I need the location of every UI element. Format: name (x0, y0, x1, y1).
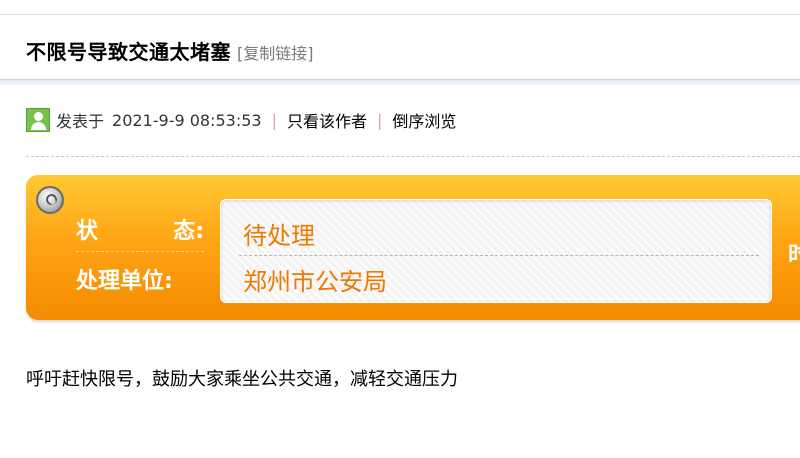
post-meta-row: 发表于 2021-9-9 08:53:53 | 只看该作者 | 倒序浏览 (26, 108, 456, 132)
unit-label: 处理单位: (76, 269, 173, 294)
status-value-box: 待处理 郑州市公安局 (220, 199, 772, 303)
meta-separator: | (377, 110, 383, 130)
status-value: 待处理 (243, 222, 315, 250)
thread-title: 不限号导致交通太堵塞 (26, 40, 231, 64)
meta-separator: | (271, 110, 277, 130)
online-user-icon (26, 108, 50, 132)
only-author-link[interactable]: 只看该作者 (287, 108, 367, 132)
copy-link-button[interactable]: [复制链接] (237, 40, 314, 64)
value-divider (239, 255, 759, 256)
post-body: 呼吁赶快限号，鼓励大家乘坐公共交通，减轻交通压力 (26, 369, 458, 390)
top-border (0, 14, 800, 15)
posted-label: 发表于 (56, 112, 105, 131)
posted-time: 2021-9-9 08:53:53 (112, 110, 262, 130)
title-divider (0, 79, 800, 85)
unit-value: 郑州市公安局 (243, 268, 387, 296)
reverse-order-link[interactable]: 倒序浏览 (392, 108, 456, 132)
thread-title-row: 不限号导致交通太堵塞 [复制链接] (26, 36, 314, 65)
cut-off-label: 时 (788, 243, 800, 268)
dashed-divider (26, 156, 800, 157)
status-label: 状 态: (76, 219, 204, 244)
status-panel: 状 态: 处理单位: 待处理 郑州市公安局 时 (26, 175, 800, 320)
label-divider (76, 251, 204, 252)
pin-icon (36, 186, 64, 214)
